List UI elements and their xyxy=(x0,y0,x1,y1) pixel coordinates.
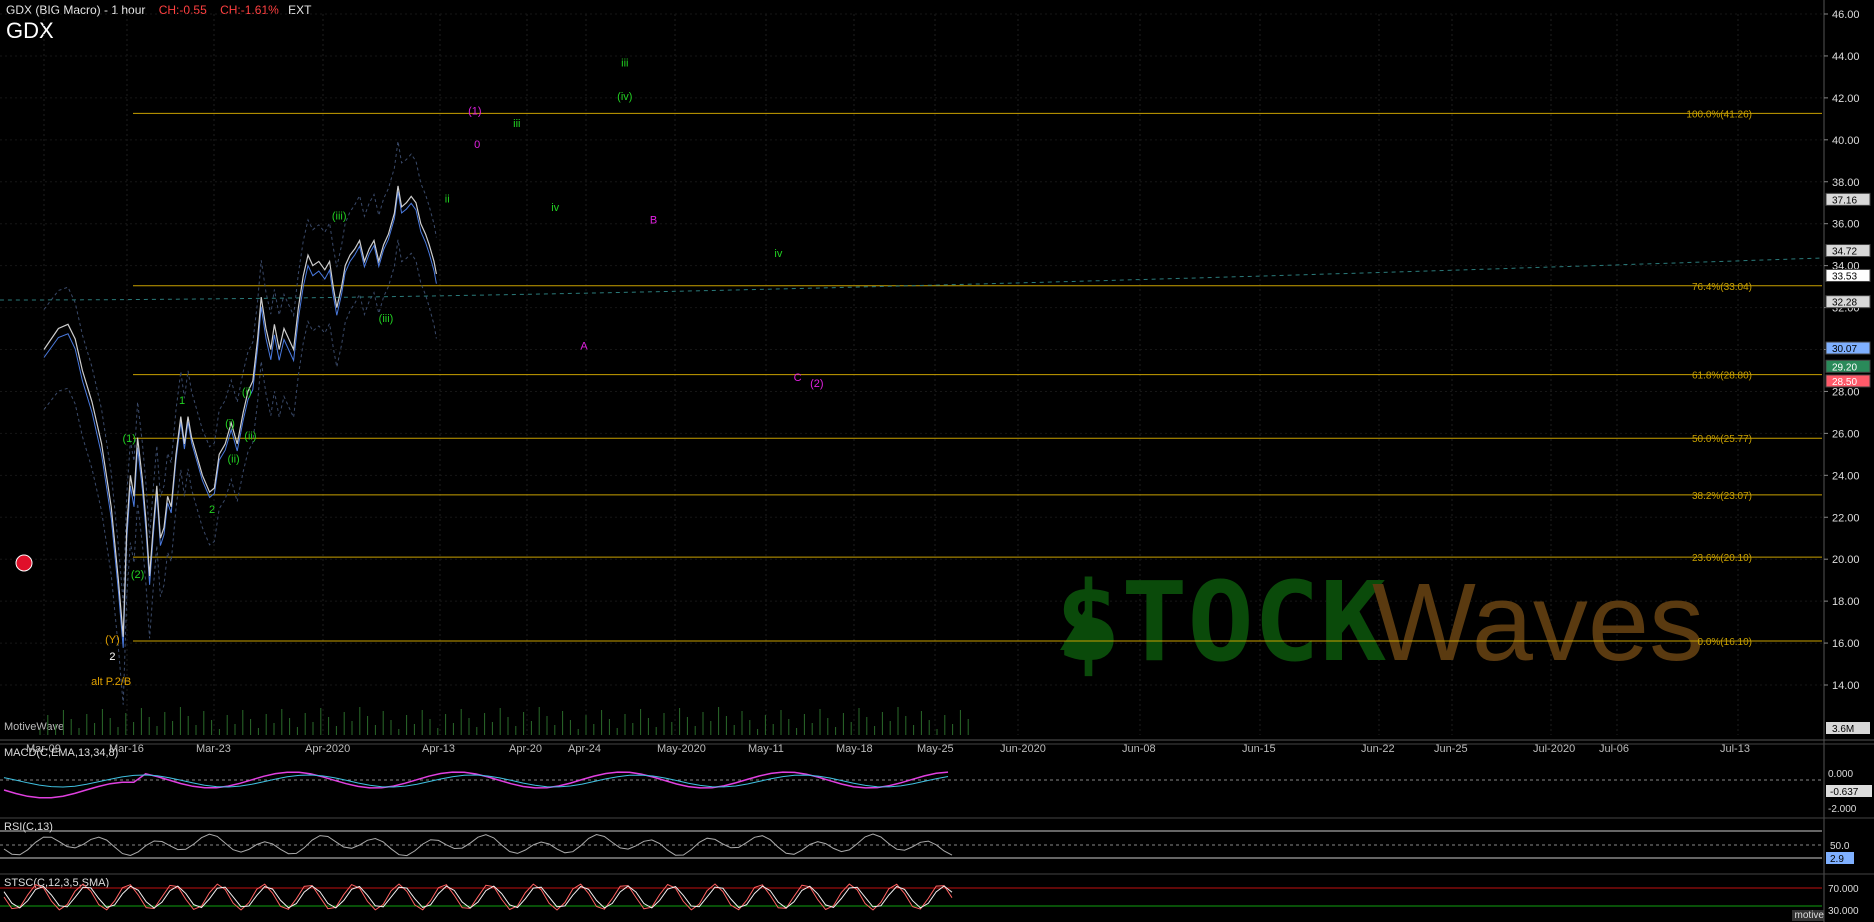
watermark-waves: Waves xyxy=(1372,561,1704,684)
stsc-tick: 70.000 xyxy=(1828,884,1859,895)
alert-dot-icon xyxy=(15,554,33,572)
y-tick-label: 28.00 xyxy=(1832,386,1860,398)
y-tick-label: 44.00 xyxy=(1832,51,1860,63)
price-tag-label: 28.50 xyxy=(1832,377,1857,388)
fib-level-label: 38.2%(23.07) xyxy=(1692,491,1752,502)
price-tag-label: 30.07 xyxy=(1832,344,1857,355)
wave-label: B xyxy=(650,215,657,227)
upper-channel-line xyxy=(43,141,437,603)
wave-label: (ii) xyxy=(244,431,256,443)
pane-title: STSC(C,12,3,5,SMA) xyxy=(4,877,109,889)
wave-label: (2) xyxy=(131,569,144,581)
price-line xyxy=(43,185,437,637)
x-tick-label: Jun-08 xyxy=(1122,743,1156,755)
watermark-stock: $TOCK xyxy=(1055,558,1386,686)
rsi-tick: 50.0 xyxy=(1830,841,1850,852)
y-tick-label: 40.00 xyxy=(1832,135,1860,147)
fib-level-label: 61.8%(28.80) xyxy=(1692,371,1752,382)
wave-label: 1 xyxy=(179,395,185,407)
x-tick-label: May-2020 xyxy=(657,743,706,755)
chart-canvas[interactable]: Mar-09 Mar-16 Mar-23 Apr-2020 Apr-13 Apr-20 Ap… xyxy=(0,0,1874,922)
macd-last-label: -0.637 xyxy=(1830,787,1859,798)
wave-label: (Y) xyxy=(105,634,120,646)
price-tag-label: 33.53 xyxy=(1832,271,1857,282)
x-tick-label: Jul-2020 xyxy=(1533,743,1575,755)
x-tick-label: May-25 xyxy=(917,743,954,755)
macd-tick: -2.000 xyxy=(1828,804,1857,815)
y-tick-label: 16.00 xyxy=(1832,638,1860,650)
y-tick-label: 18.00 xyxy=(1832,596,1860,608)
y-tick-label: 24.00 xyxy=(1832,470,1860,482)
x-tick-label: Jul-13 xyxy=(1720,743,1750,755)
wave-label: (1) xyxy=(122,433,135,445)
price-tag-label: 34.72 xyxy=(1832,247,1857,258)
wave-label: alt P.2/B xyxy=(91,676,131,688)
wave-label: (2) xyxy=(810,378,823,390)
x-tick-label: Apr-2020 xyxy=(305,743,350,755)
x-tick-label: Jun-15 xyxy=(1242,743,1276,755)
wave-label: (i) xyxy=(242,387,252,399)
y-tick-label: 26.00 xyxy=(1832,428,1860,440)
wave-label: iii xyxy=(621,57,628,69)
fib-level-label: 50.0%(25.77) xyxy=(1692,434,1752,445)
wave-label: iv xyxy=(551,202,559,214)
price-tag-label: 32.28 xyxy=(1832,298,1857,309)
y-tick-label: 38.00 xyxy=(1832,177,1860,189)
wave-label: (ii) xyxy=(227,454,239,466)
y-tick-label: 22.00 xyxy=(1832,512,1860,524)
fib-level-label: 0.0%(16.10) xyxy=(1698,637,1752,648)
fib-level-label: 100.0%(41.26) xyxy=(1686,109,1752,120)
wave-label: A xyxy=(580,341,588,353)
x-tick-label: May-18 xyxy=(836,743,873,755)
x-tick-label: May-11 xyxy=(748,743,784,755)
macd-tick: 0.000 xyxy=(1828,769,1853,780)
x-tick-label: Jun-2020 xyxy=(1000,743,1046,755)
wave-label: 2 xyxy=(109,651,115,663)
stsc-tick: 30.000 xyxy=(1828,906,1859,917)
price-tag-label: 29.20 xyxy=(1832,362,1857,373)
y-tick-label: 20.00 xyxy=(1832,554,1860,566)
pane-title: MACD(C,EMA,13,34,8) xyxy=(4,747,118,759)
y-tick-label: 14.00 xyxy=(1832,680,1860,692)
x-tick-label: Apr-13 xyxy=(422,743,455,755)
wave-label: (iv) xyxy=(617,91,632,103)
wave-label: ii xyxy=(445,194,450,206)
wave-label: C xyxy=(794,372,802,384)
lower-channel-line xyxy=(43,239,437,705)
x-tick-label: Mar-23 xyxy=(196,743,231,755)
macd-signal-line xyxy=(3,774,949,788)
fib-level-label: 76.4%(33.04) xyxy=(1692,282,1752,293)
y-tick-label: 46.00 xyxy=(1832,9,1860,21)
price-tag-label: 37.16 xyxy=(1832,195,1857,206)
x-tick-label: Jun-25 xyxy=(1434,743,1468,755)
x-tick-label: Jul-06 xyxy=(1599,743,1629,755)
wave-label: 0 xyxy=(474,139,480,151)
moving-average-line xyxy=(43,191,437,648)
x-tick-label: Apr-20 xyxy=(509,743,542,755)
volume-tag-label: 3.6M xyxy=(1832,724,1854,735)
wave-label: iv xyxy=(774,248,782,260)
wave-label: (1) xyxy=(468,106,481,118)
wave-label: 2 xyxy=(209,504,215,516)
rsi-last-label: 2.9 xyxy=(1830,854,1844,865)
y-tick-label: 42.00 xyxy=(1832,93,1860,105)
x-tick-label: Apr-24 xyxy=(568,743,601,755)
y-tick-label: 36.00 xyxy=(1832,219,1860,231)
long-ma-line xyxy=(0,257,1823,301)
fib-level-label: 23.6%(20.10) xyxy=(1692,553,1752,564)
x-tick-label: Jun-22 xyxy=(1361,743,1395,755)
wave-label: (iii) xyxy=(379,313,394,325)
wave-label: (iii) xyxy=(332,210,347,222)
wave-label: (i) xyxy=(225,418,235,430)
macd-line xyxy=(3,771,949,799)
wave-label: iii xyxy=(513,118,520,130)
